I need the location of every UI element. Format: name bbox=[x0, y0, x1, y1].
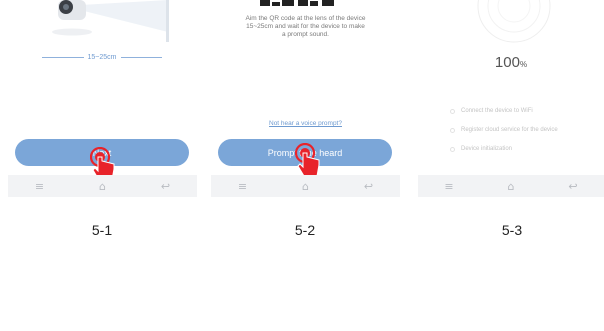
back-icon[interactable]: ↩ bbox=[359, 181, 379, 192]
menu-icon[interactable]: ≡ bbox=[439, 181, 459, 192]
nav-bar: ≡ ⌂ ↩ bbox=[418, 175, 604, 197]
menu-icon[interactable]: ≡ bbox=[233, 181, 253, 192]
step-label: Connect the device to WiFi bbox=[461, 108, 533, 114]
home-icon[interactable]: ⌂ bbox=[93, 181, 113, 192]
step-dot bbox=[450, 146, 455, 152]
qr-graphic bbox=[260, 0, 334, 6]
progress-percent: 100% bbox=[418, 54, 604, 71]
step-label: Register cloud service for the device bbox=[461, 127, 558, 133]
tap-hand-icon bbox=[295, 143, 320, 177]
distance-label: 15~25cm bbox=[87, 53, 117, 61]
screen-1: 15~25cm Next ≡ ⌂ ↩ bbox=[8, 0, 197, 200]
step-item: Connect the device to WiFi bbox=[450, 106, 604, 116]
progress-value: 100 bbox=[494, 54, 520, 71]
home-icon[interactable]: ⌂ bbox=[501, 181, 521, 192]
step-label: Device initialization bbox=[461, 146, 513, 152]
setup-steps: Connect the device to WiFi Register clou… bbox=[450, 106, 604, 163]
step-dot bbox=[450, 108, 455, 114]
menu-icon[interactable]: ≡ bbox=[30, 181, 50, 192]
step-item: Device initialization bbox=[450, 144, 604, 154]
progress-radar-graphic bbox=[477, 0, 551, 43]
nav-bar: ≡ ⌂ ↩ bbox=[211, 175, 400, 197]
progress-unit: % bbox=[519, 60, 528, 69]
screen-3: 100% Connect the device to WiFi Register… bbox=[418, 0, 604, 200]
step-dot bbox=[450, 127, 455, 133]
back-icon[interactable]: ↩ bbox=[156, 181, 176, 192]
distance-indicator: 15~25cm bbox=[42, 52, 162, 62]
screen-2: Aim the QR code at the lens of the devic… bbox=[211, 0, 400, 200]
instruction-text: Aim the QR code at the lens of the devic… bbox=[245, 15, 366, 38]
distance-line-left bbox=[42, 56, 84, 58]
back-icon[interactable]: ↩ bbox=[563, 181, 583, 192]
not-hear-prompt-link[interactable]: Not hear a voice prompt? bbox=[211, 120, 400, 127]
step-item: Register cloud service for the device bbox=[450, 125, 604, 135]
camera-illustration bbox=[52, 0, 169, 42]
caption-5-2: 5-2 bbox=[294, 222, 316, 238]
nav-bar: ≡ ⌂ ↩ bbox=[8, 175, 197, 197]
home-icon[interactable]: ⌂ bbox=[296, 181, 316, 192]
caption-5-3: 5-3 bbox=[501, 222, 523, 238]
distance-line-right bbox=[120, 56, 162, 58]
caption-5-1: 5-1 bbox=[91, 222, 113, 238]
